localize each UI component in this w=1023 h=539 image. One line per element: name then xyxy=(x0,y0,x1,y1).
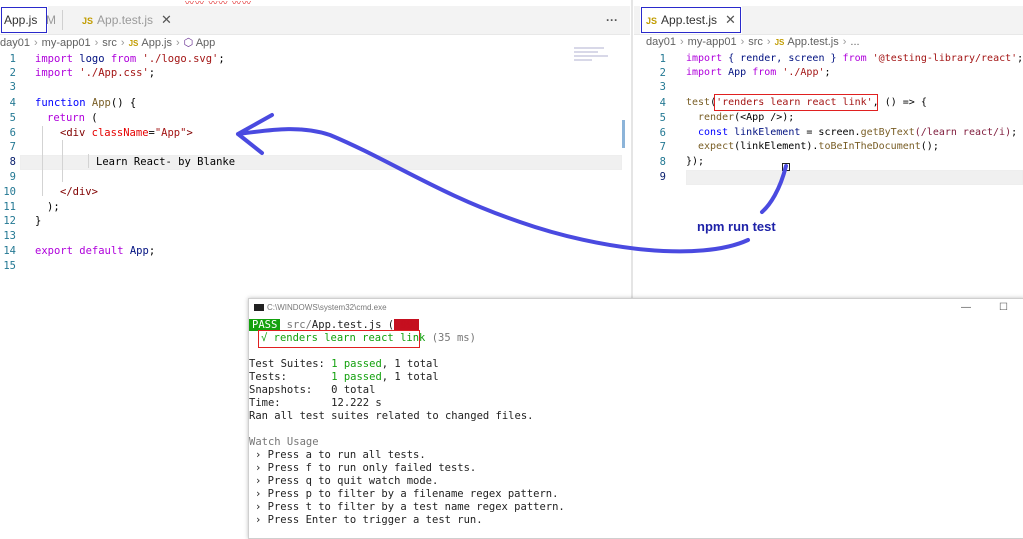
annotation-overlay xyxy=(236,113,788,254)
annotation-label: npm run test xyxy=(697,219,776,234)
